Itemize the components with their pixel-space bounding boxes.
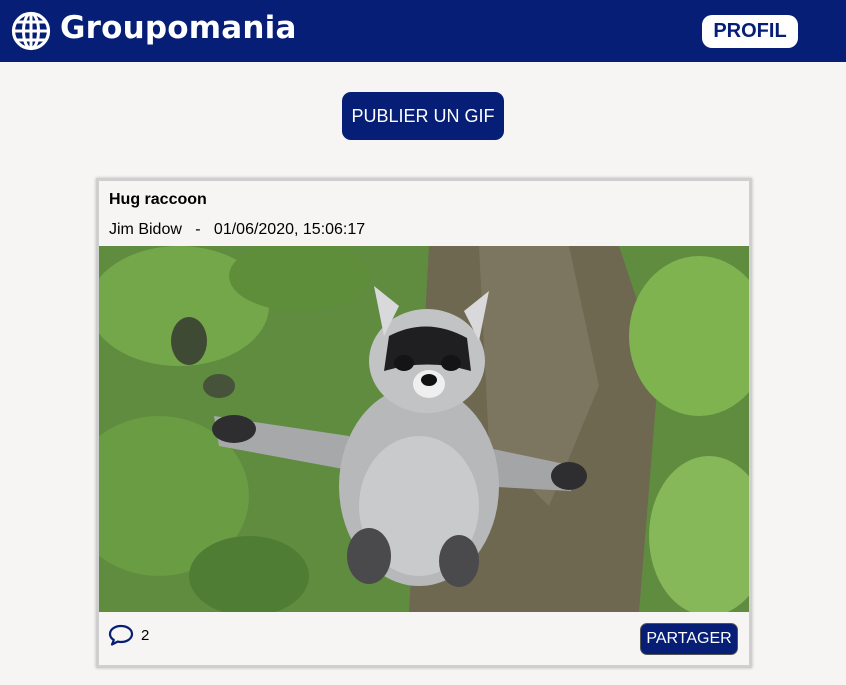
speech-bubble-icon[interactable]	[108, 623, 134, 647]
post-meta: Jim Bidow - 01/06/2020, 15:06:17	[109, 221, 365, 239]
share-button[interactable]: PARTAGER	[640, 623, 738, 655]
post-author: Jim Bidow	[109, 221, 182, 238]
post-date: 01/06/2020, 15:06:17	[213, 221, 366, 238]
top-navbar: Groupomania PROFIL	[0, 0, 846, 62]
brand-name[interactable]: Groupomania	[60, 10, 297, 46]
profile-button[interactable]: PROFIL	[702, 15, 798, 48]
comment-count: 2	[141, 627, 150, 644]
meta-separator: -	[195, 221, 201, 238]
publish-gif-button[interactable]: PUBLIER UN GIF	[342, 92, 504, 140]
globe-icon[interactable]	[11, 11, 51, 51]
post-gif-image[interactable]	[99, 246, 749, 612]
post-card: Hug raccoon Jim Bidow - 01/06/2020, 15:0…	[96, 178, 752, 668]
post-title: Hug raccoon	[109, 191, 207, 208]
